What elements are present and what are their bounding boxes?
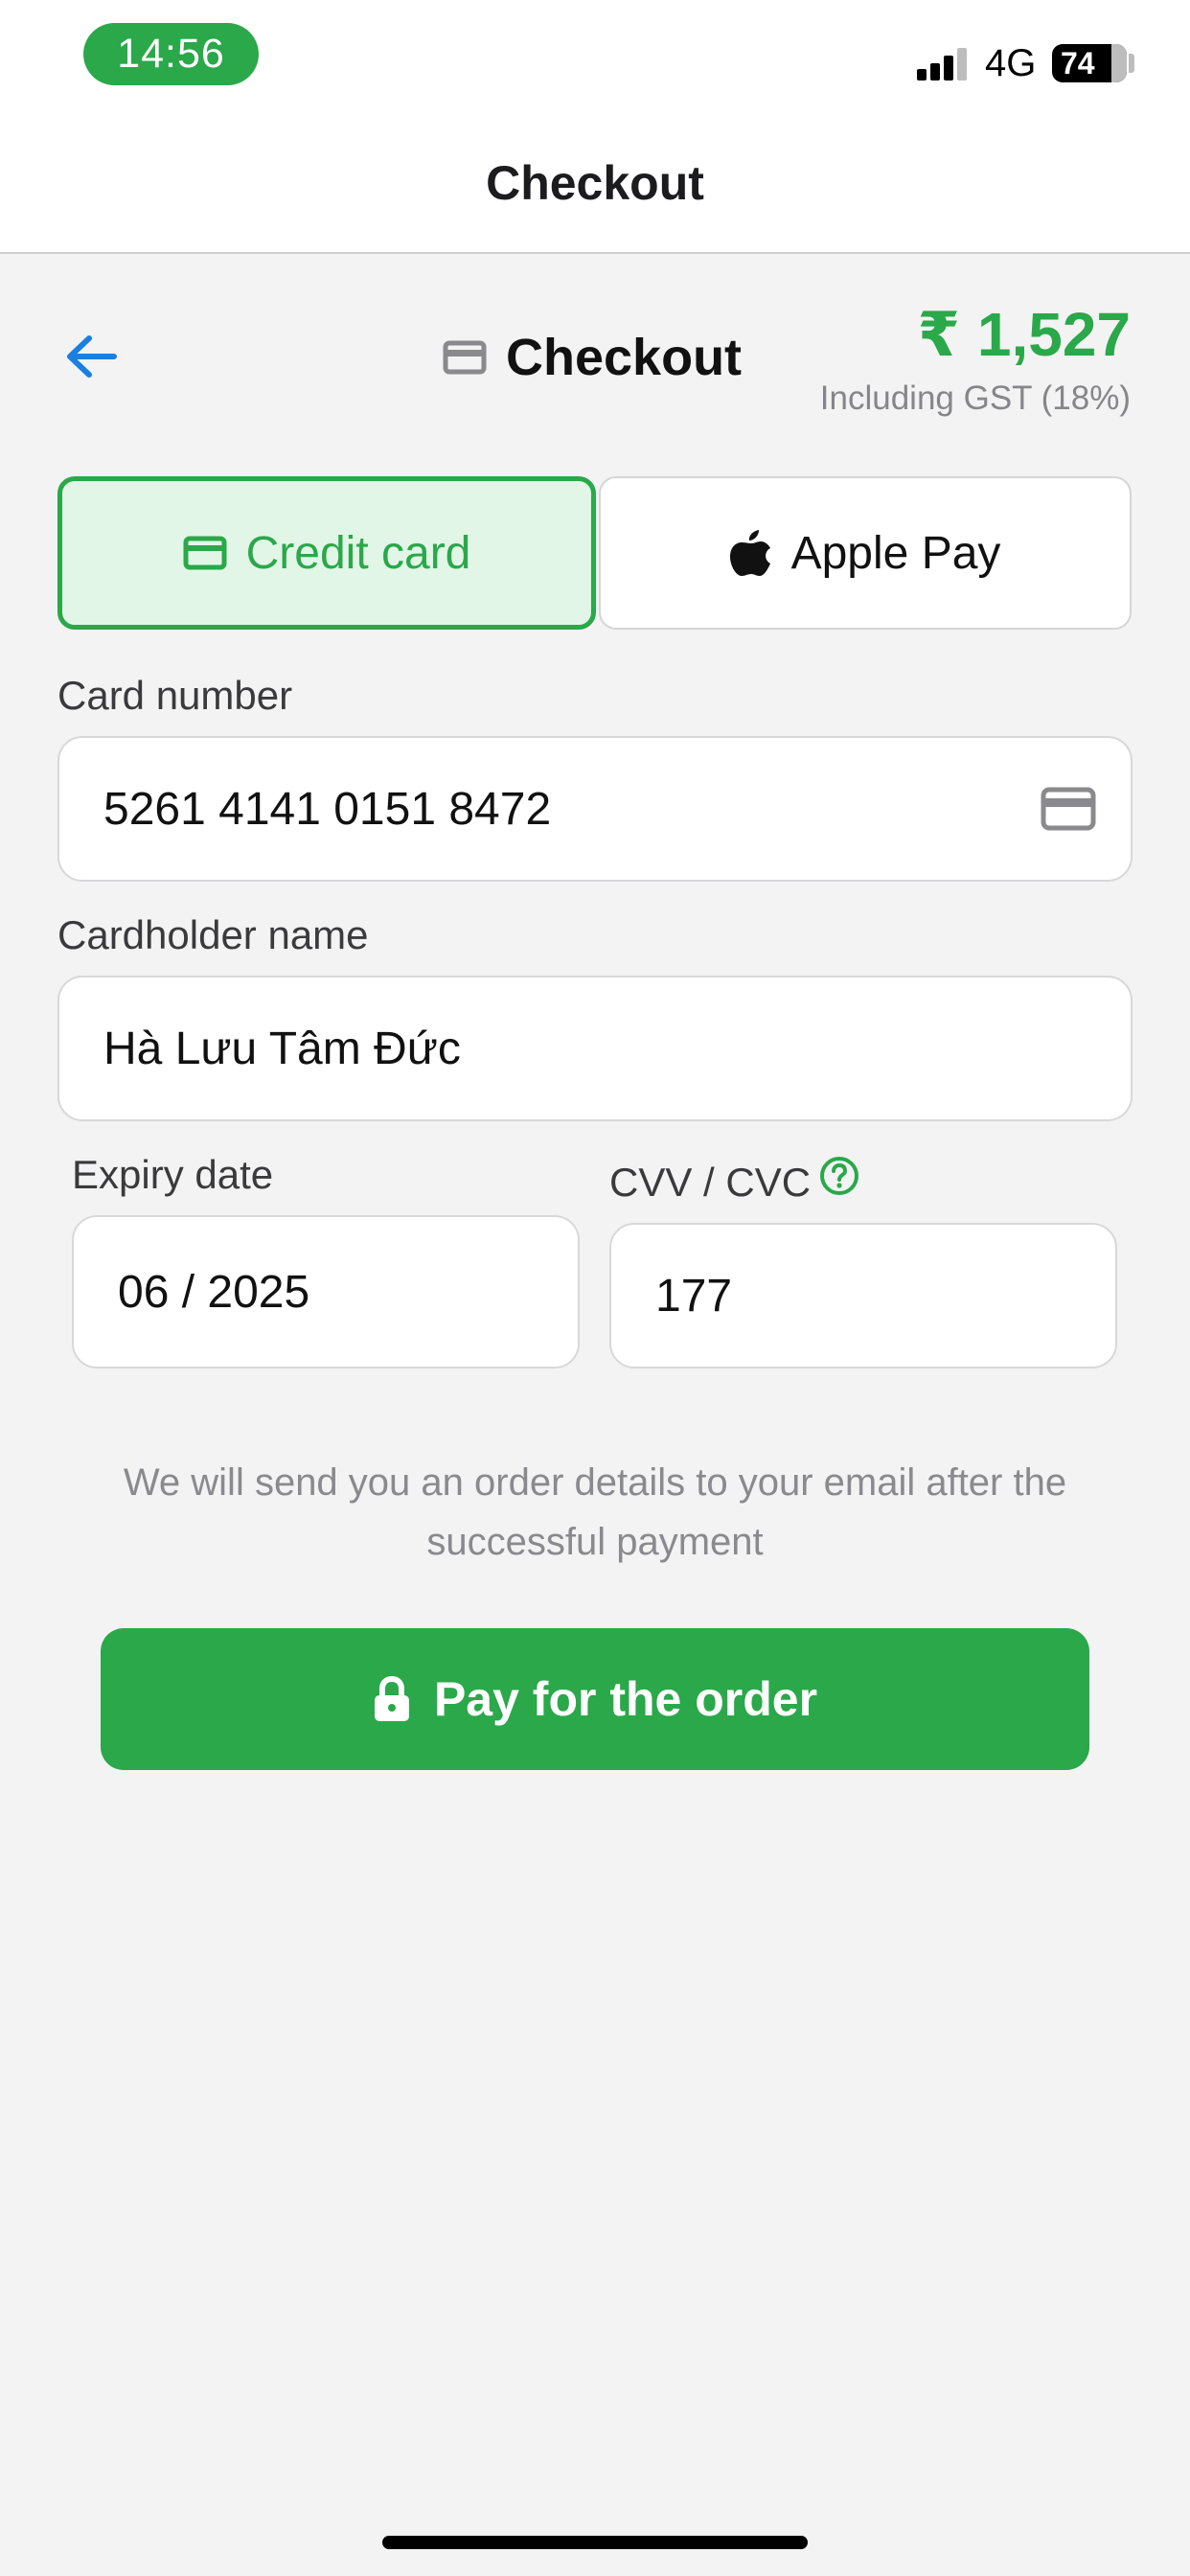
back-arrow-icon	[67, 335, 117, 378]
expiry-value: 06 / 2025	[118, 1266, 310, 1318]
apple-icon	[729, 530, 770, 576]
card-icon	[1041, 787, 1096, 831]
network-label: 4G	[985, 42, 1037, 84]
battery-tip	[1129, 54, 1134, 73]
card-number-label: Card number	[57, 673, 293, 718]
expiry-label: Expiry date	[72, 1152, 274, 1197]
status-time: 14:56	[83, 23, 259, 85]
home-indicator[interactable]	[382, 2536, 808, 2549]
top-bar: 14:56 4G 74 Checkout	[0, 0, 1190, 254]
lock-icon	[374, 1675, 409, 1721]
signal-icon	[917, 48, 969, 80]
card-icon	[443, 340, 487, 375]
nav-title: Checkout	[486, 156, 704, 210]
header-title: Checkout	[443, 326, 742, 389]
price-tax-note: Including GST (18%)	[819, 380, 1131, 417]
tab-credit-card-label: Credit card	[245, 527, 471, 579]
cardholder-label: Cardholder name	[57, 912, 369, 957]
order-total: ₹ 1,527	[917, 300, 1131, 369]
battery-icon: 74	[1052, 44, 1127, 82]
cvv-label: CVV / CVC	[609, 1160, 812, 1205]
tab-credit-card[interactable]: Credit card	[57, 476, 596, 630]
back-button[interactable]	[59, 328, 123, 385]
email-notice: We will send you an order details to you…	[123, 1461, 1067, 1563]
header-title-text: Checkout	[506, 329, 743, 386]
cardholder-field[interactable]: Hà Lưu Tâm Đức	[57, 976, 1133, 1121]
cvv-value: 177	[655, 1270, 733, 1322]
battery-level: 74	[1061, 45, 1095, 80]
cvv-field[interactable]: 177	[609, 1223, 1117, 1368]
card-icon	[183, 536, 227, 570]
card-number-field[interactable]: 5261 4141 0151 8472	[57, 736, 1133, 882]
card-number-value: 5261 4141 0151 8472	[103, 783, 552, 835]
help-icon[interactable]	[819, 1156, 859, 1196]
pay-button[interactable]: Pay for the order	[101, 1628, 1089, 1770]
tab-apple-pay[interactable]: Apple Pay	[599, 476, 1132, 630]
cardholder-value: Hà Lưu Tâm Đức	[103, 1023, 461, 1074]
checkout-screen: 14:56 4G 74 Checkout Checkout ₹ 1,527 In…	[0, 0, 1190, 2576]
expiry-field[interactable]: 06 / 2025	[72, 1215, 580, 1368]
pay-button-label: Pay for the order	[433, 1672, 818, 1726]
tab-apple-pay-label: Apple Pay	[790, 527, 1001, 579]
